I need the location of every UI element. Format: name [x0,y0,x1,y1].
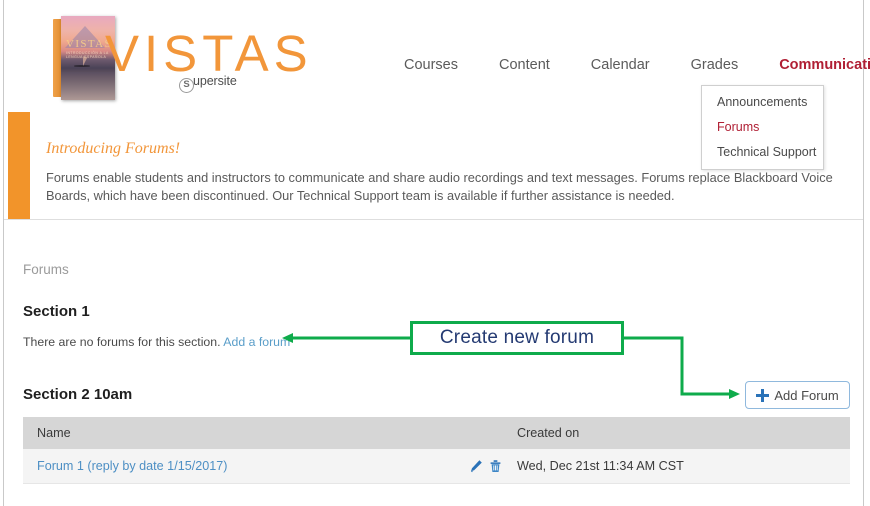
book-cover-title: VISTAS [66,38,113,50]
dropdown-item-forums[interactable]: Forums [717,120,759,134]
nav-item-courses[interactable]: Courses [404,57,458,73]
main-content: Forums Section 1 There are no forums for… [4,221,863,506]
communication-dropdown-menu: Announcements Forums Technical Support [701,85,824,170]
supersite-logo: Supersite [179,74,237,93]
breadcrumb: Forums [23,262,69,277]
table-row[interactable]: Forum 1 (reply by date 1/15/2017) Wed, D… [23,449,850,484]
section-1-empty-state: There are no forums for this section. Ad… [23,335,290,349]
trash-icon[interactable] [489,459,502,473]
section-1-empty-text: There are no forums for this section. [23,335,221,349]
section-1-heading: Section 1 [23,303,90,320]
primary-nav: Courses Content Calendar Grades Communicatio… [404,57,870,79]
row-action-icons [469,459,502,473]
section-2-heading: Section 2 10am [23,386,133,403]
book-cover-subtitle: INTRODUCCIÓN A LA LENGUA ESPAÑOLA [66,51,109,59]
add-forum-button-label: Add Forum [774,387,839,403]
nav-item-content[interactable]: Content [499,57,550,73]
banner-accent-bar [8,112,30,219]
annotation-callout-create-new-forum: Create new forum [410,321,624,355]
supersite-s-icon: S [179,78,194,93]
screenshot-root: VISTAS INTRODUCCIÓN A LA LENGUA ESPAÑOLA… [0,0,870,506]
dropdown-item-technical-support[interactable]: Technical Support [717,145,816,159]
column-header-created-on: Created on [517,426,580,440]
add-forum-button[interactable]: Add Forum [745,381,850,409]
banner-title: Introducing Forums! [46,140,181,157]
forum-created-on: Wed, Dec 21st 11:34 AM CST [517,459,684,473]
forum-name-link[interactable]: Forum 1 (reply by date 1/15/2017) [37,459,227,473]
nav-item-calendar[interactable]: Calendar [591,57,650,73]
pencil-icon[interactable] [469,459,483,473]
forums-table: Name Created on Forum 1 (reply by date 1… [23,417,850,484]
site-logo[interactable]: VISTAS INTRODUCCIÓN A LA LENGUA ESPAÑOLA… [48,14,308,102]
nav-item-grades[interactable]: Grades [691,57,739,73]
brand-wordmark: VISTAS [105,25,313,82]
plus-icon [756,388,770,402]
supersite-label: upersite [193,74,237,88]
add-a-forum-link[interactable]: Add a forum [223,335,290,349]
dropdown-item-announcements[interactable]: Announcements [717,95,807,109]
annotation-callout-label: Create new forum [439,327,595,348]
nav-item-communication[interactable]: Communication [779,57,870,73]
table-header-row: Name Created on [23,417,850,449]
column-header-name: Name [37,426,71,440]
banner-body-text: Forums enable students and instructors t… [46,170,833,203]
